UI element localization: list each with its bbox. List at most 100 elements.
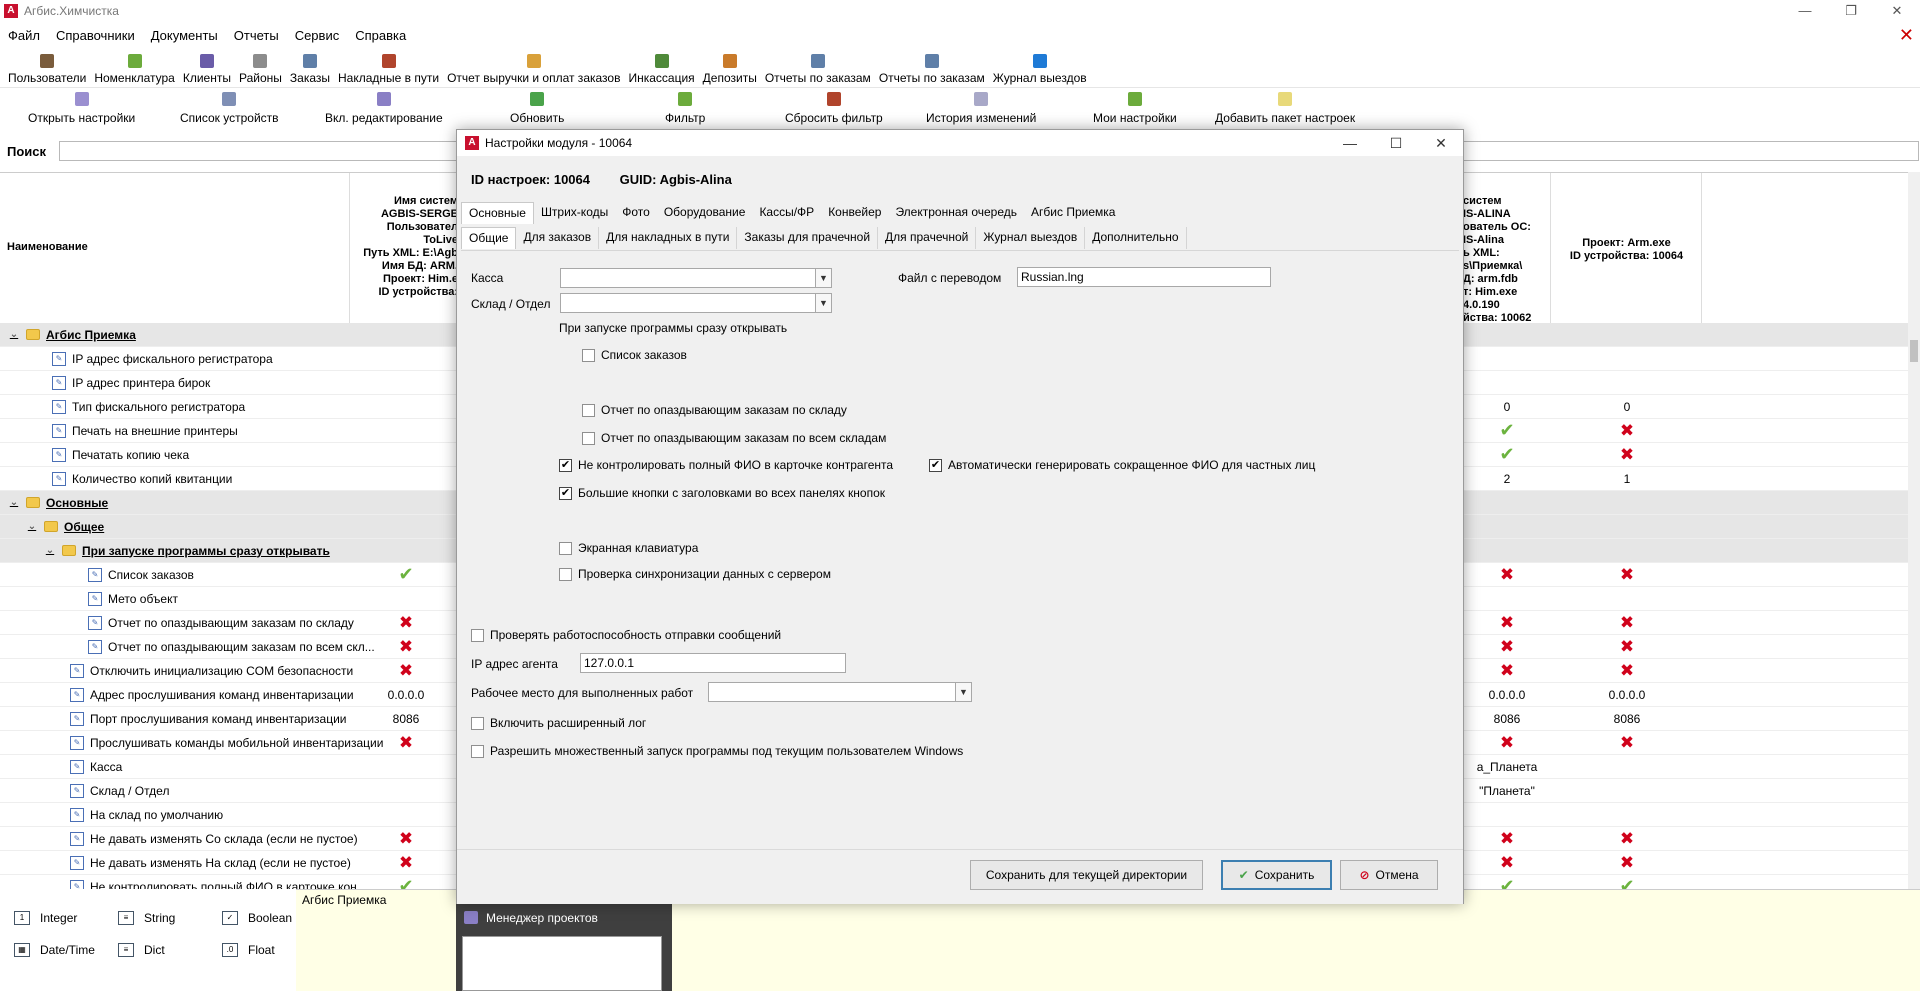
cross-icon[interactable]: ✖ bbox=[1552, 611, 1702, 634]
cross-icon[interactable]: ✖ bbox=[1463, 563, 1551, 586]
toolbar-button-2[interactable]: Клиенты bbox=[179, 54, 235, 87]
collapse-icon[interactable]: ⌄ bbox=[8, 497, 20, 508]
cell-value[interactable]: 2 bbox=[1463, 467, 1551, 490]
cross-icon[interactable]: ✖ bbox=[1552, 659, 1702, 682]
cross-icon[interactable]: ✖ bbox=[1552, 443, 1702, 466]
cb-big-buttons[interactable]: ✔ Большие кнопки с заголовками во всех па… bbox=[559, 486, 885, 500]
cell-value[interactable]: "Планета" bbox=[1463, 779, 1551, 802]
sklad-select[interactable]: ▼ bbox=[560, 293, 832, 313]
minimize-icon[interactable]: — bbox=[1782, 0, 1828, 22]
close-document-icon[interactable]: ✕ bbox=[1899, 24, 1914, 46]
menu-help[interactable]: Справка bbox=[347, 28, 414, 43]
cross-icon[interactable]: ✖ bbox=[351, 731, 461, 754]
check-icon[interactable]: ✔ bbox=[351, 563, 461, 586]
cb-late-orders-store[interactable]: Отчет по опаздывающим заказам по складу bbox=[582, 403, 847, 417]
cell-value[interactable]: 8086 bbox=[1552, 707, 1702, 730]
toolbar-button-8[interactable]: Депозиты bbox=[699, 54, 761, 87]
cross-icon[interactable]: ✖ bbox=[351, 827, 461, 850]
menu-file[interactable]: Файл bbox=[0, 28, 48, 43]
menu-service[interactable]: Сервис bbox=[287, 28, 348, 43]
tab-main-6[interactable]: Электронная очередь bbox=[888, 202, 1024, 224]
collapse-icon[interactable]: ⌄ bbox=[8, 329, 20, 340]
check-icon[interactable]: ✔ bbox=[351, 875, 461, 889]
tab-main-4[interactable]: Кассы/ФР bbox=[752, 202, 821, 224]
grid-scrollbar-thumb[interactable] bbox=[1910, 340, 1918, 362]
toolbar-button-6[interactable]: Отчет выручки и оплат заказов bbox=[443, 54, 624, 87]
dialog-minimize-icon[interactable]: — bbox=[1327, 130, 1373, 156]
tab-sub-1[interactable]: Для заказов bbox=[516, 227, 600, 249]
filter-button[interactable]: Фильтр bbox=[665, 92, 705, 125]
cross-icon[interactable]: ✖ bbox=[1463, 635, 1551, 658]
cell-value[interactable]: 0 bbox=[1552, 395, 1702, 418]
cross-icon[interactable]: ✖ bbox=[1552, 851, 1702, 874]
collapse-icon[interactable]: ⌄ bbox=[44, 545, 56, 556]
cross-icon[interactable]: ✖ bbox=[1463, 659, 1551, 682]
cell-value[interactable]: 8086 bbox=[351, 707, 461, 730]
agent-ip-input[interactable]: 127.0.0.1 bbox=[580, 653, 846, 673]
tab-main-0[interactable]: Основные bbox=[461, 202, 534, 224]
my-settings-button[interactable]: Мои настройки bbox=[1093, 92, 1177, 125]
check-icon[interactable]: ✔ bbox=[1463, 419, 1551, 442]
dialog-close-icon[interactable]: ✕ bbox=[1418, 130, 1464, 156]
menu-documents[interactable]: Документы bbox=[143, 28, 226, 43]
cross-icon[interactable]: ✖ bbox=[1552, 563, 1702, 586]
menu-references[interactable]: Справочники bbox=[48, 28, 143, 43]
check-icon[interactable]: ✔ bbox=[1463, 875, 1551, 889]
cb-message-check[interactable]: Проверять работоспособность отправки соо… bbox=[471, 628, 781, 642]
cb-orders-list[interactable]: Список заказов bbox=[582, 348, 687, 362]
cross-icon[interactable]: ✖ bbox=[351, 659, 461, 682]
check-icon[interactable]: ✔ bbox=[1552, 875, 1702, 889]
enable-editing-button[interactable]: Вкл. редактирование bbox=[325, 92, 443, 125]
save-button[interactable]: ✔ Сохранить bbox=[1221, 860, 1332, 890]
save-for-directory-button[interactable]: Сохранить для текущей директории bbox=[970, 860, 1203, 890]
cb-auto-short-fio[interactable]: ✔ Автоматически генерировать сокращенное … bbox=[929, 458, 1315, 472]
cross-icon[interactable]: ✖ bbox=[1463, 611, 1551, 634]
cell-value[interactable]: 0.0.0.0 bbox=[351, 683, 461, 706]
close-window-icon[interactable]: ✕ bbox=[1874, 0, 1920, 22]
device-list-button[interactable]: Список устройств bbox=[180, 92, 279, 125]
add-settings-pack-button[interactable]: Добавить пакет настроек bbox=[1215, 92, 1355, 125]
tab-sub-3[interactable]: Заказы для прачечной bbox=[737, 227, 879, 249]
device-column-header-3[interactable]: Проект: Arm.exe ID устройства: 10064 bbox=[1552, 173, 1702, 323]
cell-value[interactable]: 1 bbox=[1552, 467, 1702, 490]
toolbar-button-3[interactable]: Районы bbox=[235, 54, 286, 87]
tab-sub-5[interactable]: Журнал выездов bbox=[976, 227, 1086, 249]
cancel-button[interactable]: ⊘ Отмена bbox=[1340, 860, 1438, 890]
device-column-header-1[interactable]: Имя систем AGBIS-SERGE Пользовател ToLiv… bbox=[351, 173, 461, 323]
open-settings-button[interactable]: Открыть настройки bbox=[28, 92, 135, 125]
cell-value[interactable]: 0 bbox=[1463, 395, 1551, 418]
tab-main-7[interactable]: Агбис Приемка bbox=[1024, 202, 1122, 224]
refresh-button[interactable]: Обновить bbox=[510, 92, 564, 125]
menu-reports[interactable]: Отчеты bbox=[226, 28, 287, 43]
cross-icon[interactable]: ✖ bbox=[351, 851, 461, 874]
tab-main-3[interactable]: Оборудование bbox=[657, 202, 753, 224]
toolbar-button-7[interactable]: Инкассация bbox=[624, 54, 698, 87]
cross-icon[interactable]: ✖ bbox=[1552, 635, 1702, 658]
cross-icon[interactable]: ✖ bbox=[1552, 419, 1702, 442]
cross-icon[interactable]: ✖ bbox=[1463, 827, 1551, 850]
cell-value[interactable]: а_Планета bbox=[1463, 755, 1551, 778]
cross-icon[interactable]: ✖ bbox=[1552, 827, 1702, 850]
cb-no-full-fio[interactable]: ✔ Не контролировать полный ФИО в карточке… bbox=[559, 458, 893, 472]
check-icon[interactable]: ✔ bbox=[1463, 443, 1551, 466]
cb-multi-run[interactable]: Разрешить множественный запуск программы… bbox=[471, 744, 963, 758]
cb-sync-check[interactable]: Проверка синхронизации данных с сервером bbox=[559, 567, 831, 581]
device-column-header-2[interactable]: систем IS-ALINA ователь ОС: IS-Alina ь X… bbox=[1463, 173, 1551, 323]
tab-main-2[interactable]: Фото bbox=[615, 202, 657, 224]
tab-sub-0[interactable]: Общие bbox=[461, 227, 517, 249]
cross-icon[interactable]: ✖ bbox=[1463, 851, 1551, 874]
collapse-icon[interactable]: ⌄ bbox=[26, 521, 38, 532]
cross-icon[interactable]: ✖ bbox=[351, 611, 461, 634]
workplace-select[interactable]: ▼ bbox=[708, 682, 972, 702]
cb-extended-log[interactable]: Включить расширенный лог bbox=[471, 716, 646, 730]
toolbar-button-9[interactable]: Отчеты по заказам bbox=[761, 54, 875, 87]
toolbar-button-1[interactable]: Номенклатура bbox=[90, 54, 179, 87]
kassa-select[interactable]: ▼ bbox=[560, 268, 832, 288]
toolbar-button-4[interactable]: Заказы bbox=[286, 54, 334, 87]
cross-icon[interactable]: ✖ bbox=[1552, 731, 1702, 754]
name-column-header[interactable]: Наименование bbox=[0, 173, 350, 323]
toolbar-button-11[interactable]: Журнал выездов bbox=[989, 54, 1091, 87]
restore-icon[interactable]: ❐ bbox=[1828, 0, 1874, 22]
cell-value[interactable]: 0.0.0.0 bbox=[1463, 683, 1551, 706]
change-history-button[interactable]: История изменений bbox=[926, 92, 1036, 125]
